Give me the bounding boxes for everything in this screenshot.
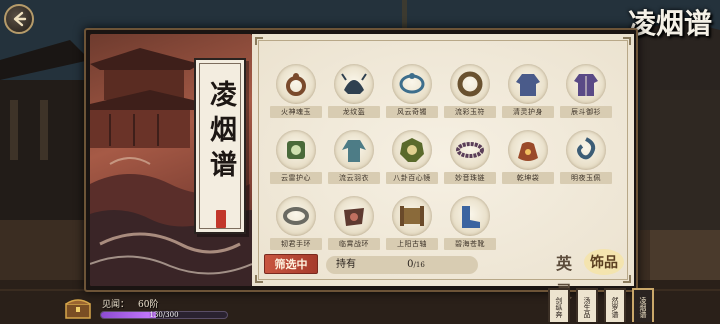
collection-item[interactable]: 辰斗御衫 (560, 64, 612, 122)
item-name: 流彩玉符 (444, 106, 496, 118)
item-name: 临霄战环 (328, 238, 380, 250)
collection-item[interactable]: 清灵护身 (502, 64, 554, 122)
collection-item[interactable]: 韧君手环 (270, 196, 322, 254)
boots-icon (462, 206, 480, 228)
red-seal-icon (216, 210, 226, 228)
item-name: 龙纹盔 (328, 106, 380, 118)
collection-item[interactable]: 明夜玉佩 (560, 130, 612, 188)
owned-total: /16 (413, 261, 425, 269)
item-name: 流云羽衣 (328, 172, 380, 184)
item-frame (334, 64, 374, 104)
item-frame (508, 130, 548, 170)
item-frame (276, 64, 316, 104)
armor-icon (574, 74, 598, 96)
hero-category-stamp[interactable]: 英灵 (550, 250, 578, 301)
owned-label: 持有 (336, 259, 356, 270)
collection-item[interactable]: 流彩玉符 (444, 64, 496, 122)
item-frame (392, 130, 432, 170)
treasure-chest-icon[interactable] (64, 296, 92, 320)
back-button[interactable] (4, 4, 34, 34)
item-frame (392, 196, 432, 236)
experience-value: 130/300 (149, 311, 179, 319)
mirror-icon (287, 141, 305, 159)
feather-robe-icon (342, 140, 366, 162)
experience-label: 见闻： (102, 300, 130, 310)
item-frame (334, 130, 374, 170)
item-frame (566, 130, 606, 170)
bead-chain-icon (456, 142, 484, 158)
side-tab[interactable]: 汤生品 (576, 288, 598, 322)
jade-pendant-icon (577, 137, 596, 160)
corner-ornament (255, 37, 263, 45)
item-frame (450, 130, 490, 170)
collection-item[interactable]: 风云奇镯 (386, 64, 438, 122)
title-scroll: 凌烟谱 (194, 58, 246, 234)
pouch-icon (518, 142, 538, 161)
item-frame (276, 196, 316, 236)
item-frame (276, 130, 316, 170)
back-arrow-icon (13, 11, 27, 27)
armband-icon (283, 207, 309, 225)
robe-icon (516, 74, 540, 96)
collection-item[interactable]: 乾坤袋 (502, 130, 554, 188)
page-title: 凌烟谱 (627, 7, 712, 40)
amulet-icon (286, 73, 306, 96)
collection-page: 火神魂玉 龙纹盔 风云奇镯 流彩玉符 清灵护身 辰斗御衫云雷护心 流云羽衣 八卦百心镜 妙音珠链… (252, 34, 634, 301)
dragon-helm-icon (341, 73, 367, 94)
item-grid: 火神魂玉 龙纹盔 风云奇镯 流彩玉符 清灵护身 辰斗御衫云雷护心 流云羽衣 八卦百心镜 妙音珠链… (270, 64, 622, 254)
filter-button[interactable]: 筛选中 (264, 254, 318, 274)
collection-item[interactable]: 龙纹盔 (328, 64, 380, 122)
item-name: 云雷护心 (270, 172, 322, 184)
collection-item[interactable]: 碧海苍靴 (444, 196, 496, 254)
collection-item[interactable]: 云雷护心 (270, 130, 322, 188)
accessory-category-stamp[interactable]: 饰品 (582, 246, 626, 278)
war-ring-icon (344, 208, 364, 226)
bracelet-icon (399, 73, 425, 94)
owned-count: 0/16 (386, 256, 446, 274)
item-name: 明夜玉佩 (560, 172, 612, 184)
item-name: 乾坤袋 (502, 172, 554, 184)
item-name: 风云奇镯 (386, 106, 438, 118)
collection-item[interactable]: 火神魂玉 (270, 64, 322, 122)
item-name: 上阳古轴 (386, 238, 438, 250)
collection-item[interactable]: 八卦百心镜 (386, 130, 438, 188)
left-page-illustration: 凌烟谱 (90, 34, 252, 286)
collection-item[interactable]: 临霄战环 (328, 196, 380, 254)
collection-item[interactable]: 上阳古轴 (386, 196, 438, 254)
item-name: 辰斗御衫 (560, 106, 612, 118)
item-name: 碧海苍靴 (444, 238, 496, 250)
collection-item[interactable]: 妙音珠链 (444, 130, 496, 188)
item-frame (334, 196, 374, 236)
side-tab[interactable]: 然罗谱 (604, 288, 626, 322)
corner-ornament (255, 275, 263, 283)
item-frame (450, 64, 490, 104)
corner-ornament (623, 37, 631, 45)
bagua-icon (400, 138, 424, 162)
item-frame (450, 196, 490, 236)
item-name: 韧君手环 (270, 238, 322, 250)
accessory-stamp-text: 饰品 (590, 254, 618, 271)
item-name: 妙音珠链 (444, 172, 496, 184)
item-name: 火神魂玉 (270, 106, 322, 118)
owned-counter: 持有 0/16 (326, 256, 478, 274)
side-tab[interactable]: 凌烟谱 (632, 288, 654, 322)
side-tab[interactable]: 剑纵奔 (548, 288, 570, 322)
codex-book: 凌烟谱 火神魂玉 龙纹盔 风云奇镯 流彩玉符 清灵护身 辰斗御衫云雷护心 流云羽衣 八卦百心镜… (84, 28, 638, 301)
jade-ring-icon (457, 71, 483, 97)
item-frame (566, 64, 606, 104)
scroll-icon (400, 206, 424, 226)
collection-item[interactable]: 流云羽衣 (328, 130, 380, 188)
item-frame (508, 64, 548, 104)
item-name: 清灵护身 (502, 106, 554, 118)
item-frame (392, 64, 432, 104)
experience-level: 60阶 (138, 300, 159, 310)
scroll-title: 凌烟谱 (205, 80, 236, 185)
item-name: 八卦百心镜 (386, 172, 438, 184)
